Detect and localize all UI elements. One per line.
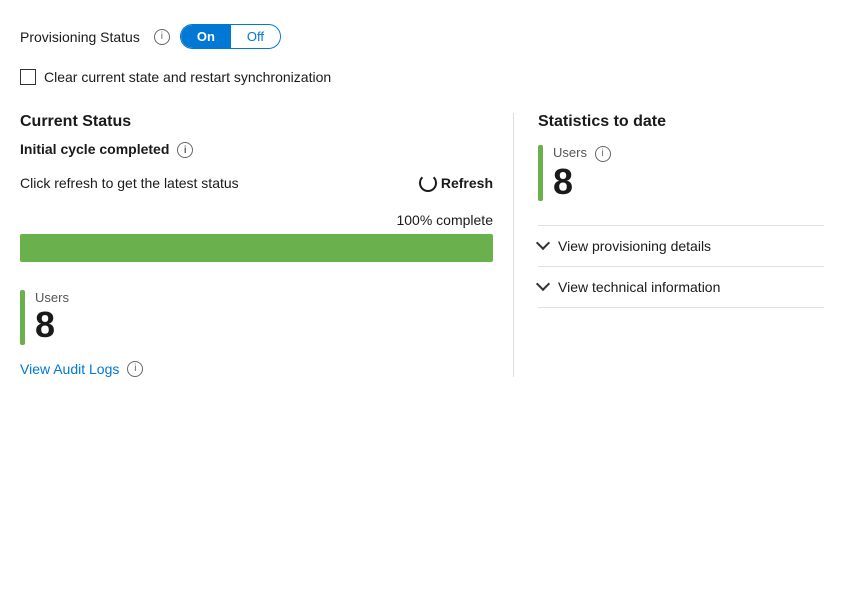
stats-users-info: Users i 8 [553,145,611,201]
users-label-left: Users [35,290,69,305]
cycle-info-icon[interactable]: i [177,142,193,158]
stats-users-count: 8 [553,162,611,202]
view-technical-info-row[interactable]: View technical information [538,266,824,308]
users-info-left: Users 8 [35,290,69,345]
provisioning-status-info-icon[interactable]: i [154,29,170,45]
refresh-button[interactable]: Refresh [419,174,493,192]
stats-bar [538,145,543,201]
stats-users-info-icon[interactable]: i [595,146,611,162]
refresh-icon [419,174,437,192]
toggle-on-option[interactable]: On [181,25,231,48]
users-section-left: Users 8 [20,290,493,345]
audit-logs-link[interactable]: View Audit Logs i [20,361,143,377]
sync-checkbox[interactable] [20,69,36,85]
checkbox-label: Clear current state and restart synchron… [44,69,331,85]
toggle-off-option[interactable]: Off [231,25,280,48]
users-bar-left [20,290,25,345]
current-status-title: Current Status [20,113,493,131]
stats-users-section: Users i 8 [538,145,824,201]
main-layout: Current Status Initial cycle completed i… [20,113,824,377]
refresh-row: Click refresh to get the latest status R… [20,174,493,192]
view-provisioning-details-row[interactable]: View provisioning details [538,225,824,266]
progress-bar [20,234,493,262]
view-technical-info-label: View technical information [558,279,720,295]
provisioning-status-label: Provisioning Status [20,29,140,45]
cycle-status-label: Initial cycle completed i [20,141,493,158]
users-count-left: 8 [35,305,69,345]
stats-users-label: Users i [553,145,611,162]
provisioning-toggle[interactable]: On Off [180,24,281,49]
refresh-hint-text: Click refresh to get the latest status [20,175,239,191]
left-panel: Current Status Initial cycle completed i… [20,113,514,377]
provisioning-status-row: Provisioning Status i On Off [20,24,824,49]
chevron-down-icon-provisioning [538,240,550,252]
checkbox-row[interactable]: Clear current state and restart synchron… [20,69,824,85]
right-panel: Statistics to date Users i 8 View provis… [514,113,824,377]
stats-title: Statistics to date [538,113,824,131]
chevron-down-icon-technical [538,281,550,293]
view-provisioning-details-label: View provisioning details [558,238,711,254]
audit-info-icon[interactable]: i [127,361,143,377]
progress-label: 100% complete [20,212,493,228]
